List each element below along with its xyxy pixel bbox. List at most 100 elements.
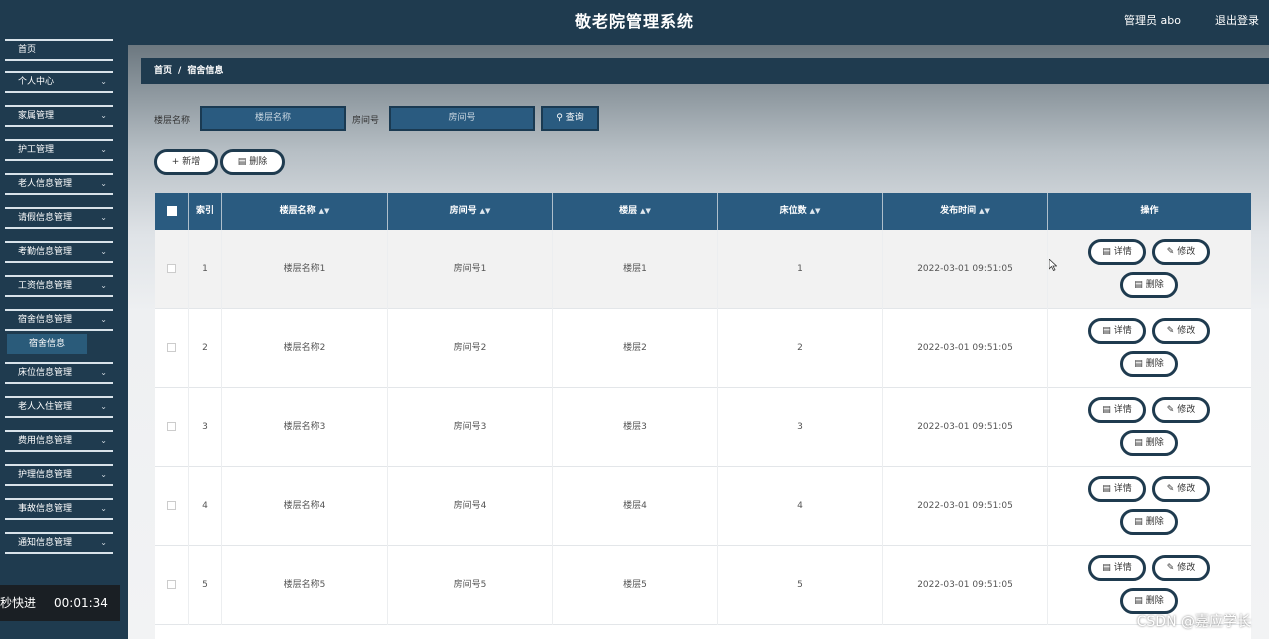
column-room-number[interactable]: 房间号 ▲▼: [388, 193, 553, 230]
room-number-input[interactable]: 房间号: [389, 106, 535, 131]
row-actions: ▤ 详情 ✎ 修改 ▤ 删除: [1048, 467, 1251, 546]
sidebar-item[interactable]: 个人中心 ⌄: [5, 71, 113, 93]
sidebar-item[interactable]: 老人入住管理 ⌄: [5, 396, 113, 418]
sidebar-item[interactable]: 事故信息管理 ⌄: [5, 498, 113, 520]
sidebar-item[interactable]: 工资信息管理 ⌄: [5, 275, 113, 297]
detail-label: 详情: [1113, 484, 1132, 494]
column-label: 发布时间: [940, 206, 977, 216]
delete-button[interactable]: ▤ 删除: [1120, 351, 1178, 377]
query-button[interactable]: ⚲ 查询: [541, 106, 599, 131]
floor-name-input[interactable]: 楼层名称: [200, 106, 346, 131]
document-icon: ▤: [1102, 326, 1111, 336]
room-number-label: 房间号: [352, 116, 380, 126]
pencil-icon: ✎: [1166, 563, 1175, 573]
delete-label: 删除: [1145, 517, 1164, 527]
detail-label: 详情: [1113, 247, 1132, 257]
row-checkbox[interactable]: [155, 309, 189, 388]
document-icon: ▤: [1102, 405, 1111, 415]
table-header: 索引 楼层名称 ▲▼ 房间号 ▲▼ 楼层 ▲▼ 床位数 ▲▼ 发布时间 ▲▼ 操作: [155, 193, 1251, 230]
row-checkbox[interactable]: [155, 467, 189, 546]
sidebar-item[interactable]: 护理信息管理 ⌄: [5, 464, 113, 486]
sidebar-item[interactable]: 通知信息管理 ⌄: [5, 532, 113, 554]
edit-button[interactable]: ✎ 修改: [1152, 476, 1210, 502]
chevron-down-icon: ⌄: [100, 179, 107, 188]
sidebar-item[interactable]: 老人信息管理 ⌄: [5, 173, 113, 195]
table-cell: 2022-03-01 09:51:05: [883, 467, 1048, 546]
table-cell: 楼层名称2: [222, 309, 388, 388]
chevron-down-icon: ⌄: [100, 436, 107, 445]
checkbox-icon: [167, 501, 176, 510]
edit-button[interactable]: ✎ 修改: [1152, 397, 1210, 423]
delete-button[interactable]: ▤ 删除: [1120, 509, 1178, 535]
edit-button[interactable]: ✎ 修改: [1152, 239, 1210, 265]
column-floor-name[interactable]: 楼层名称 ▲▼: [222, 193, 388, 230]
column-label: 床位数: [779, 206, 807, 216]
table-cell: 楼层1: [553, 230, 718, 309]
chevron-down-icon: ⌄: [100, 281, 107, 290]
add-button[interactable]: + 新增: [154, 149, 218, 175]
table-cell: 楼层4: [553, 467, 718, 546]
plus-icon: +: [171, 157, 180, 167]
watermark: CSDN @嘉应学长: [1136, 614, 1251, 630]
delete-label: 删除: [1145, 596, 1164, 606]
row-checkbox[interactable]: [155, 230, 189, 309]
sidebar-item-home[interactable]: 首页: [5, 39, 113, 61]
sidebar-item-label: 护工管理: [18, 145, 55, 155]
chevron-down-icon: ⌄: [100, 213, 107, 222]
table-cell: 房间号3: [388, 388, 553, 467]
detail-button[interactable]: ▤ 详情: [1088, 239, 1146, 265]
select-all-checkbox[interactable]: [155, 193, 189, 230]
sidebar-item[interactable]: 床位信息管理 ⌄: [5, 362, 113, 384]
edit-button[interactable]: ✎ 修改: [1152, 555, 1210, 581]
sidebar-item[interactable]: 宿舍信息管理 ⌄: [5, 309, 113, 331]
row-checkbox[interactable]: [155, 546, 189, 625]
delete-button[interactable]: ▤ 删除: [1120, 272, 1178, 298]
chevron-down-icon: ⌄: [100, 77, 107, 86]
sidebar-item-label: 个人中心: [18, 77, 55, 87]
detail-label: 详情: [1113, 405, 1132, 415]
delete-label: 删除: [1145, 280, 1164, 290]
logout-link[interactable]: 退出登录: [1215, 12, 1259, 28]
detail-button[interactable]: ▤ 详情: [1088, 555, 1146, 581]
chevron-down-icon: ⌄: [100, 368, 107, 377]
table-row: 5 楼层名称5 房间号5 楼层5 5 2022-03-01 09:51:05 ▤ 详情 ✎ 修…: [155, 546, 1251, 625]
sidebar-item[interactable]: 费用信息管理 ⌄: [5, 430, 113, 452]
detail-button[interactable]: ▤ 详情: [1088, 476, 1146, 502]
pencil-icon: ✎: [1166, 326, 1175, 336]
sidebar-item[interactable]: 护工管理 ⌄: [5, 139, 113, 161]
trash-icon: ▤: [1134, 359, 1143, 369]
mouse-cursor-icon: [1049, 259, 1057, 271]
column-bed-count[interactable]: 床位数 ▲▼: [718, 193, 883, 230]
edit-label: 修改: [1177, 247, 1196, 257]
sidebar-item[interactable]: 考勤信息管理 ⌄: [5, 241, 113, 263]
batch-delete-button[interactable]: ▤ 删除: [220, 149, 285, 175]
sidebar-item[interactable]: 请假信息管理 ⌄: [5, 207, 113, 229]
column-publish-time[interactable]: 发布时间 ▲▼: [883, 193, 1048, 230]
sidebar-item-label: 事故信息管理: [18, 504, 73, 514]
row-actions: ▤ 详情 ✎ 修改 ▤ 删除: [1048, 309, 1251, 388]
edit-button[interactable]: ✎ 修改: [1152, 318, 1210, 344]
sidebar-subitem-dorm-info[interactable]: 宿舍信息: [7, 334, 87, 354]
detail-button[interactable]: ▤ 详情: [1088, 397, 1146, 423]
column-label: 楼层名称: [279, 206, 316, 216]
column-floor[interactable]: 楼层 ▲▼: [553, 193, 718, 230]
column-index: 索引: [189, 193, 222, 230]
sidebar-item-label: 请假信息管理: [18, 213, 73, 223]
table-cell: 2022-03-01 09:51:05: [883, 309, 1048, 388]
sort-icon: ▲▼: [318, 207, 330, 215]
table-row: 2 楼层名称2 房间号2 楼层2 2 2022-03-01 09:51:05 ▤ 详情 ✎ 修…: [155, 309, 1251, 388]
trash-icon: ▤: [1134, 596, 1143, 606]
detail-button[interactable]: ▤ 详情: [1088, 318, 1146, 344]
table-cell: 楼层3: [553, 388, 718, 467]
row-checkbox[interactable]: [155, 388, 189, 467]
add-button-label: 新增: [182, 157, 201, 167]
delete-button[interactable]: ▤ 删除: [1120, 430, 1178, 456]
table-cell: 4: [189, 467, 222, 546]
table-cell: 楼层名称5: [222, 546, 388, 625]
main-content: 首页 / 宿舍信息 楼层名称 楼层名称 房间号 房间号 ⚲ 查询 + 新增 ▤ 删除…: [128, 45, 1269, 639]
breadcrumb-home[interactable]: 首页: [154, 66, 172, 76]
sidebar: 首页 个人中心 ⌄ 家属管理 ⌄ 护工管理 ⌄ 老人信息管理 ⌄ 请假信息管理 ⌄ 考勤信息管理 ⌄ 工…: [0, 39, 128, 639]
sidebar-item[interactable]: 家属管理 ⌄: [5, 105, 113, 127]
delete-label: 删除: [1145, 359, 1164, 369]
document-icon: ▤: [1102, 484, 1111, 494]
